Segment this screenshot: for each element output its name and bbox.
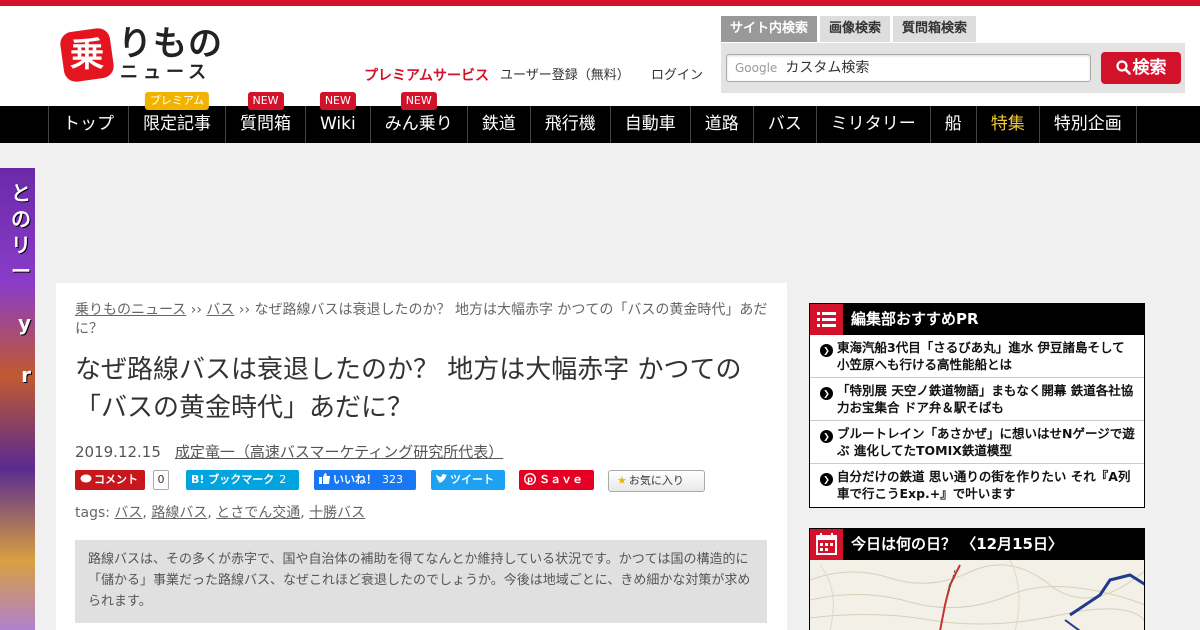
nav-item-limited[interactable]: プレミアム 限定記事 — [128, 92, 225, 143]
article-container: 乗りものニュース ›› バス ›› なぜ路線バスは衰退したのか？ 地方は大幅赤字… — [56, 283, 787, 630]
today-in-history-box: 今日は何の日？ 〈12月15日〉 — [809, 528, 1145, 630]
new-badge: NEW — [400, 92, 437, 110]
tweet-button[interactable]: ツイート — [431, 470, 505, 490]
premium-badge: プレミアム — [144, 92, 210, 110]
nav-item-feature[interactable]: 特集 — [975, 106, 1039, 143]
register-link[interactable]: ユーザー登録（無料） — [500, 68, 630, 84]
article-lead: 路線バスは、その多くが赤字で、国や自治体の補助を得てなんとか維持している状況です… — [75, 540, 767, 623]
search-button[interactable]: 検索 — [1101, 52, 1181, 84]
search-icon — [1115, 60, 1131, 75]
search-tabs: サイト内検索 画像検索 質問箱検索 — [721, 16, 977, 42]
main-nav: トップ プレミアム 限定記事 NEW 質問箱 NEW Wiki NEW みん乗り 鉄道 … — [0, 92, 1200, 143]
tag-link[interactable]: 十勝バス — [309, 505, 365, 521]
new-badge: NEW — [247, 92, 284, 110]
nav-item-top[interactable]: トップ — [48, 106, 128, 143]
nav-list: トップ プレミアム 限定記事 NEW 質問箱 NEW Wiki NEW みん乗り 鉄道 … — [48, 92, 1137, 143]
search-button-label: 検索 — [1132, 58, 1167, 78]
search-placeholder: カスタム検索 — [785, 60, 870, 76]
nav-item-airplane[interactable]: 飛行機 — [529, 106, 610, 143]
tag-list: tags: バス, 路線バス, とさでん交通, 十勝バス — [75, 505, 366, 521]
tag-link[interactable]: 路線バス — [151, 505, 207, 521]
nav-item-road[interactable]: 道路 — [689, 106, 753, 143]
svg-text:p: p — [527, 475, 533, 484]
logo-sub-text: ニュース — [120, 62, 212, 83]
article-title: なぜ路線バスは衰退したのか？ 地方は大幅赤字 かつての「バスの黄金時代」あだに？ — [75, 355, 742, 423]
favorite-button[interactable]: ★ お気に入り — [608, 470, 705, 492]
tag-link[interactable]: とさでん交通 — [216, 505, 300, 521]
author-link[interactable]: 成定竜一（高速バスマーケティング研究所代表） — [175, 443, 503, 461]
chevron-right-icon: ❯ — [820, 473, 833, 486]
nav-item-railway[interactable]: 鉄道 — [466, 106, 530, 143]
facebook-like-button[interactable]: いいね！ 323 — [314, 470, 416, 490]
search-input[interactable]: Google カスタム検索 — [726, 54, 1091, 82]
nav-item-military[interactable]: ミリタリー — [815, 106, 930, 143]
search-box: Google カスタム検索 検索 — [721, 43, 1185, 93]
pr-list-item[interactable]: ❯ 自分だけの鉄道 思い通りの街を作りたい それ『A列車で行こうExp.+』で叶い… — [810, 464, 1144, 507]
pr-box-title: 編集部おすすめPR — [851, 310, 979, 328]
ad-banner-text: との リー y r — [11, 181, 31, 387]
google-label: Google — [735, 61, 778, 75]
pr-list-item[interactable]: ❯ 東海汽船3代目「さるびあ丸」進水 伊豆諸島そして小笠原へも行ける高性能船とは — [810, 335, 1144, 378]
nav-item-minnori[interactable]: NEW みん乗り — [369, 92, 467, 143]
breadcrumb-category[interactable]: バス — [206, 302, 234, 318]
map-thumbnail-image[interactable] — [810, 560, 1144, 630]
login-link[interactable]: ログイン — [651, 68, 703, 84]
comment-button[interactable]: コメント — [75, 470, 145, 490]
star-icon: ★ — [617, 474, 627, 487]
pr-list-item[interactable]: ❯ ブルートレイン「あさかぜ」に想いはせNゲージで遊ぶ 進化してたTOMIX鉄道模… — [810, 421, 1144, 464]
chevron-right-icon: ❯ — [820, 387, 833, 400]
left-side-ad-banner[interactable]: との リー y r — [0, 168, 35, 630]
breadcrumb-home[interactable]: 乗りものニュース — [75, 302, 186, 318]
comment-icon — [80, 474, 92, 483]
logo-main-text: りもの — [118, 24, 223, 64]
today-box-title: 今日は何の日？ 〈12月15日〉 — [851, 535, 1063, 553]
editor-pr-box: 編集部おすすめPR ❯ 東海汽船3代目「さるびあ丸」進水 伊豆諸島そして小笠原へも… — [809, 303, 1145, 508]
thumbs-up-icon — [319, 473, 330, 484]
nav-item-car[interactable]: 自動車 — [609, 106, 690, 143]
site-logo[interactable]: 乗 りもの ニュース — [58, 24, 228, 86]
breadcrumb: 乗りものニュース ›› バス ›› なぜ路線バスは衰退したのか？ 地方は大幅赤字… — [75, 302, 768, 337]
comment-count: 0 — [153, 470, 169, 490]
list-icon — [810, 304, 843, 335]
hatena-bookmark-button[interactable]: B! ブックマーク 2 — [186, 470, 299, 490]
nav-item-wiki[interactable]: NEW Wiki — [305, 92, 370, 143]
chevron-right-icon: ❯ — [820, 430, 833, 443]
site-header: 乗 りもの ニュース プレミアムサービス ユーザー登録（無料） ログイン サイト… — [0, 6, 1200, 106]
nav-item-question-box[interactable]: NEW 質問箱 — [225, 92, 305, 143]
nav-item-ship[interactable]: 船 — [929, 106, 976, 143]
pinterest-icon: p — [523, 472, 537, 486]
twitter-bird-icon — [436, 473, 447, 483]
pr-list-item[interactable]: ❯ 「特別展 天空ノ鉄道物語」まもなく開幕 鉄道各社協力お宝集合 ドア弁＆駅そばも — [810, 378, 1144, 421]
tab-question-search[interactable]: 質問箱検索 — [893, 16, 977, 42]
bus-logo-icon: 乗 — [58, 26, 116, 84]
calendar-icon — [810, 529, 843, 560]
nav-item-bus[interactable]: バス — [752, 106, 816, 143]
publish-date: 2019.12.15 — [75, 443, 161, 461]
today-box-header: 今日は何の日？ 〈12月15日〉 — [810, 529, 1144, 560]
nav-item-special[interactable]: 特別企画 — [1038, 106, 1137, 143]
new-badge: NEW — [319, 92, 356, 110]
tab-site-search[interactable]: サイト内検索 — [721, 16, 818, 42]
tag-link[interactable]: バス — [114, 505, 142, 521]
chevron-right-icon: ❯ — [820, 344, 833, 357]
share-buttons: コメント 0 B! ブックマーク 2 いいね！ 323 ツイート p Ｓａｖｅ ★ お気… — [75, 470, 775, 492]
premium-service-link[interactable]: プレミアムサービス — [364, 68, 489, 84]
pinterest-save-button[interactable]: p Ｓａｖｅ — [519, 470, 594, 490]
tab-image-search[interactable]: 画像検索 — [820, 16, 891, 42]
pr-box-header: 編集部おすすめPR — [810, 304, 1144, 335]
article-meta: 2019.12.15 成定竜一（高速バスマーケティング研究所代表） — [75, 441, 503, 462]
